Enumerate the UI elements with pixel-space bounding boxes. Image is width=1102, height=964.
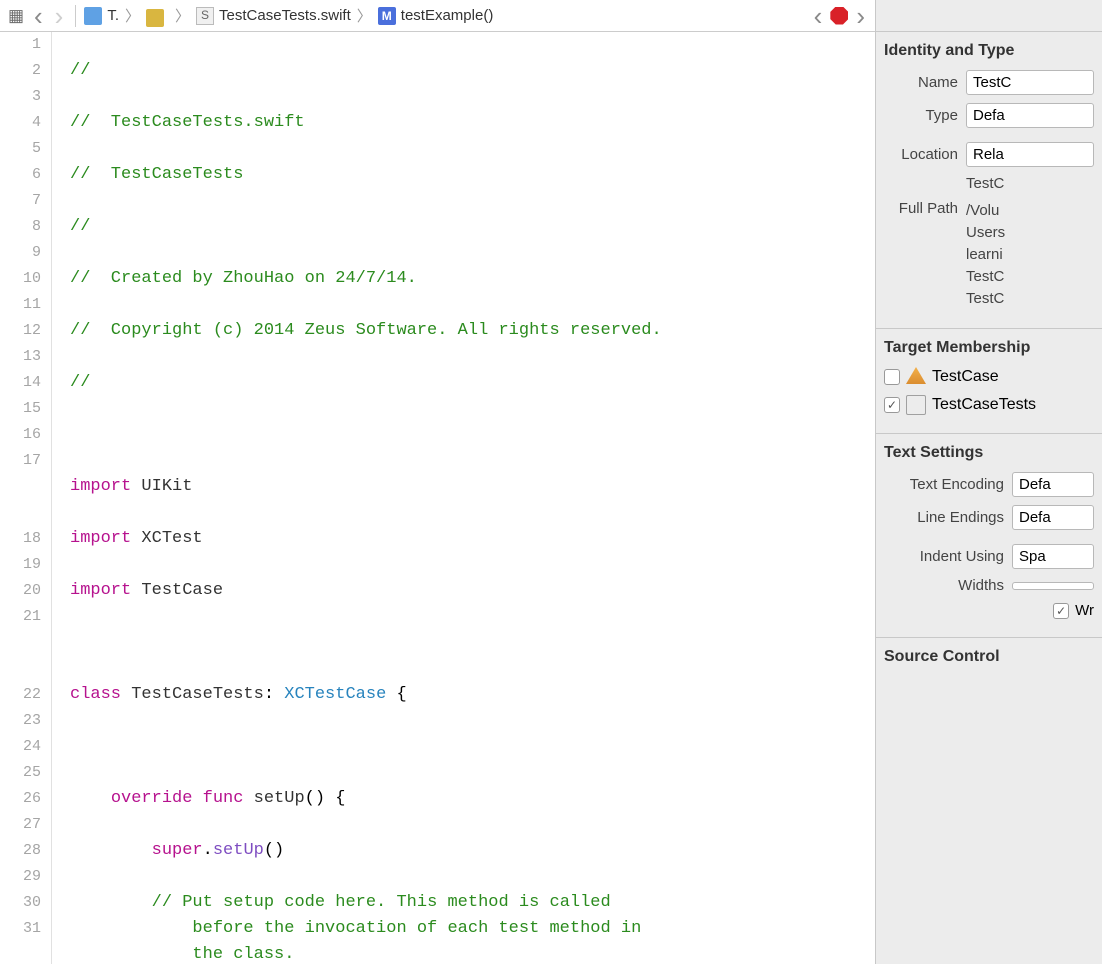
target-testcasetests[interactable]: TestCaseTests <box>884 395 1094 415</box>
prev-issue[interactable]: ‹ <box>810 3 827 29</box>
location-select[interactable]: Rela <box>966 142 1094 167</box>
checkbox-icon[interactable] <box>884 369 900 385</box>
nav-method[interactable]: testExample() <box>401 7 494 24</box>
swift-file-icon <box>196 7 214 25</box>
method-icon: M <box>378 7 396 25</box>
target-testcase[interactable]: TestCase <box>884 367 1094 387</box>
widths-field[interactable] <box>1012 582 1094 590</box>
related-items-icon[interactable]: ▦ <box>6 6 26 26</box>
app-icon <box>906 367 926 387</box>
full-path: /Volu Users learni TestC TestC <box>966 200 1005 310</box>
checkbox-checked-icon[interactable] <box>884 397 900 413</box>
wrap-checkbox[interactable] <box>1053 603 1069 619</box>
nav-back[interactable]: ‹ <box>30 3 47 29</box>
identity-heading: Identity and Type <box>884 42 1094 60</box>
error-stop-icon[interactable] <box>830 7 848 25</box>
encoding-select[interactable]: Defa <box>1012 472 1094 497</box>
source-control-heading: Source Control <box>884 648 1094 666</box>
code-area[interactable]: // // TestCaseTests.swift // TestCaseTes… <box>52 32 875 964</box>
name-field[interactable]: TestC <box>966 70 1094 95</box>
gutter[interactable]: 123 456 789 101112 131415 1617 181920 21… <box>0 32 52 964</box>
source-editor[interactable]: 123 456 789 101112 131415 1617 181920 21… <box>0 32 875 964</box>
indent-select[interactable]: Spa <box>1012 544 1094 569</box>
nav-project[interactable]: T. <box>107 7 119 24</box>
next-issue[interactable]: › <box>852 3 869 29</box>
nav-forward: › <box>51 3 68 29</box>
chevron-right-icon: 〉 <box>357 5 372 26</box>
chevron-right-icon: 〉 <box>125 5 140 26</box>
type-select[interactable]: Defa <box>966 103 1094 128</box>
test-bundle-icon <box>906 395 926 415</box>
inspector-panel: Identity and Type Name TestC Type Defa L… <box>876 0 1102 964</box>
folder-icon <box>146 9 164 27</box>
project-icon <box>84 7 102 25</box>
line-endings-select[interactable]: Defa <box>1012 505 1094 530</box>
text-settings-heading: Text Settings <box>884 444 1094 462</box>
chevron-right-icon: 〉 <box>175 5 190 26</box>
inspector-tabs[interactable] <box>876 0 1102 32</box>
target-membership-heading: Target Membership <box>884 339 1094 357</box>
jump-bar[interactable]: ▦ ‹ › T. 〉 〉 TestCaseTests.swift 〉 M tes… <box>0 0 875 32</box>
nav-file[interactable]: TestCaseTests.swift <box>219 7 351 24</box>
